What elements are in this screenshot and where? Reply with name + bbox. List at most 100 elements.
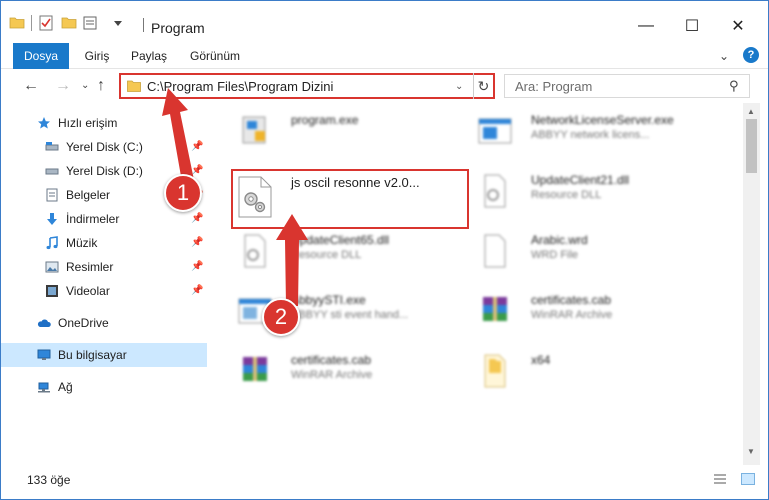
properties-check-icon[interactable] [39,15,53,31]
sidebar-item-label: Videolar [66,284,110,298]
drive-icon [45,168,59,175]
file-tile[interactable]: UpdateClient21.dll Resource DLL [447,163,687,221]
sidebar-item-label: Hızlı erişim [58,116,118,130]
file-name: certificates.cab [291,353,372,367]
archive-icon [243,357,267,381]
expand-ribbon-icon[interactable]: ⌄ [719,49,729,63]
dll-icon [484,174,506,208]
file-description: WRD File [531,249,579,261]
file-explorer-window: Program — ☐ ✕ Dosya Giriş Paylaş Görünüm… [0,0,769,500]
folder-icon [127,80,141,92]
back-arrow-icon[interactable]: ← [23,77,39,95]
file-tile[interactable]: certificates.cab WinRAR Archive [447,283,687,341]
sidebar-item-label: Yerel Disk (D:) [66,164,143,178]
item-count: 133 öğe [27,473,71,487]
sidebar-item-videos[interactable]: Videolar 📌 [1,279,207,303]
refresh-icon[interactable]: ↻ [473,73,493,99]
help-icon[interactable]: ? [743,47,759,63]
forward-arrow-icon[interactable]: → [55,77,71,95]
maximize-button[interactable]: ☐ [669,11,715,41]
minimize-button[interactable]: — [623,11,669,41]
sidebar-item-label: Bu bilgisayar [58,348,127,362]
rename-icon[interactable] [83,15,97,31]
file-tile[interactable]: NetworkLicenseServer.exe ABBYY network l… [447,103,687,161]
dll-icon [244,234,266,268]
sidebar-item-this-pc[interactable]: Bu bilgisayar [1,343,207,367]
scroll-up-icon[interactable]: ▲ [747,107,755,116]
pin-icon[interactable]: 📌 [191,261,203,272]
navigation-bar: ← → ⌄ ↑ C:\Program Files\Program Dizini … [1,69,768,103]
close-button[interactable]: ✕ [715,11,761,41]
tab-home[interactable]: Giriş [79,43,115,69]
details-view-icon[interactable] [713,473,727,485]
customize-toolbar-icon[interactable] [114,21,122,27]
archive-icon [483,297,507,321]
folder-icon[interactable] [9,15,25,31]
address-dropdown-icon[interactable]: ⌄ [455,81,463,92]
sidebar-item-network[interactable]: Ağ [1,375,207,399]
music-icon [46,236,58,250]
cloud-icon [37,319,51,327]
file-tile[interactable]: Arabic.wrd WRD File [447,223,687,281]
status-bar: 133 öğe [1,465,768,499]
file-tile[interactable]: UpdateClient65.dll Resource DLL [207,223,447,281]
pin-icon[interactable]: 📌 [191,285,203,296]
star-icon [38,117,50,129]
tab-share[interactable]: Paylaş [127,43,171,69]
search-placeholder[interactable]: Ara: Program [515,79,592,94]
file-description: Resource DLL [531,189,602,201]
tab-view[interactable]: Görünüm [183,43,247,69]
file-tile[interactable]: AbbyySTI.exe ABBYY sti event hand... [207,283,447,341]
title-divider [143,18,144,32]
file-name: NetworkLicenseServer.exe [531,113,674,127]
title-bar: Program — ☐ ✕ [1,1,768,43]
sidebar-item-label: Resimler [66,260,114,274]
sidebar-item-label: OneDrive [58,316,109,330]
file-description: WinRAR Archive [531,309,613,321]
search-box[interactable]: Ara: Program ⚲ [504,74,750,98]
file-tile[interactable]: x64 [447,343,687,401]
drive-icon [45,142,59,151]
window-title: Program [151,20,205,36]
highlighted-file-tile[interactable]: js oscil resonne v2.0... [231,169,469,229]
file-tile[interactable]: program.exe [207,103,447,161]
annotation-badge-1: 1 [164,174,202,212]
sidebar-item-onedrive[interactable]: OneDrive [1,311,207,335]
up-arrow-icon[interactable]: ↑ [97,77,105,95]
pictures-icon [45,261,59,273]
tab-file[interactable]: Dosya [13,43,69,69]
file-name: x64 [531,353,551,367]
annotation-arrow-1 [162,88,194,182]
large-icons-view-icon[interactable] [741,473,755,485]
sidebar-item-label: Yerel Disk (C:) [66,140,143,154]
file-name: UpdateClient21.dll [531,173,630,187]
sidebar-item-label: Müzik [66,236,98,250]
scroll-down-icon[interactable]: ▼ [747,447,755,456]
download-icon [47,213,57,225]
search-icon[interactable]: ⚲ [729,78,739,94]
file-name: certificates.cab [531,293,612,307]
sidebar-item-pictures[interactable]: Resimler 📌 [1,255,207,279]
exe-icon [478,118,512,144]
pin-icon[interactable]: 📌 [191,237,203,248]
dll-gear-icon [238,176,272,218]
sidebar-item-label: Ağ [58,380,73,394]
ribbon-tabs: Dosya Giriş Paylaş Görünüm ⌄ ? [1,43,768,69]
new-folder-icon[interactable] [61,15,77,31]
computer-icon [37,349,51,360]
pin-icon[interactable]: 📌 [191,213,203,224]
exe-icon [242,116,266,144]
sidebar-item-label: İndirmeler [66,212,120,226]
file-name: js oscil resonne v2.0... [291,175,420,190]
sidebar-item-music[interactable]: Müzik 📌 [1,231,207,255]
vertical-scrollbar[interactable]: ▲ ▼ [743,103,760,465]
annotation-badge-2: 2 [262,298,300,336]
file-name: Arabic.wrd [531,233,588,247]
sidebar-item-label: Belgeler [66,188,111,202]
file-tile[interactable]: certificates.cab WinRAR Archive [207,343,447,401]
scrollbar-thumb[interactable] [746,119,757,173]
file-description: WinRAR Archive [291,369,373,381]
file-description: ABBYY network licens... [531,129,650,141]
video-icon [46,285,58,297]
recent-locations-icon[interactable]: ⌄ [81,80,89,91]
